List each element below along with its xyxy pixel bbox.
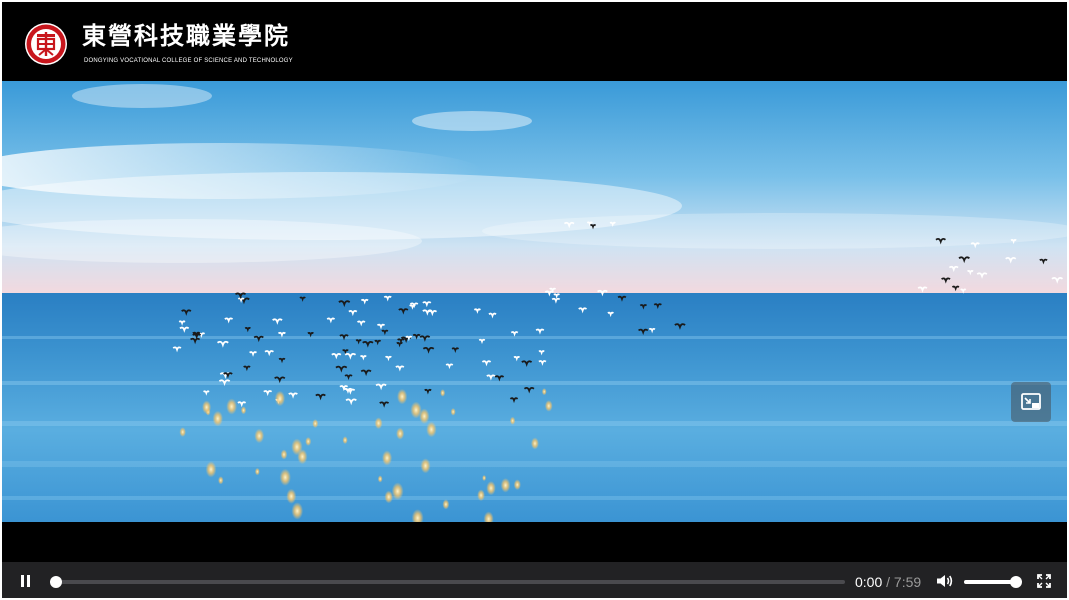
video-viewport[interactable]: 東營科技職業學院 DONGYING VOCATIONAL COLLEGE OF …	[2, 2, 1067, 562]
volume-slider[interactable]	[964, 576, 1023, 588]
time-separator: /	[882, 574, 894, 590]
volume-level	[964, 580, 1017, 584]
video-frame	[2, 81, 1067, 522]
pause-icon	[21, 575, 30, 587]
video-player[interactable]: 東營科技職業學院 DONGYING VOCATIONAL COLLEGE OF …	[2, 2, 1067, 598]
college-name: 東營科技職業學院	[82, 21, 290, 50]
control-bar: 0:00 / 7:59	[2, 562, 1067, 598]
volume-handle[interactable]	[1010, 576, 1023, 588]
fullscreen-icon	[1037, 574, 1051, 588]
total-duration: 7:59	[893, 574, 922, 590]
volume-icon	[937, 575, 953, 587]
mute-button[interactable]	[936, 573, 954, 589]
college-name-english: DONGYING VOCATIONAL COLLEGE OF SCIENCE A…	[84, 58, 293, 64]
current-time: 0:00	[855, 574, 883, 590]
fullscreen-button[interactable]	[1037, 574, 1051, 588]
college-emblem-icon	[25, 23, 67, 65]
time-display: 0:00 / 7:59	[855, 574, 921, 590]
picture-in-picture-button[interactable]	[1011, 382, 1051, 422]
college-logo: 東營科技職業學院 DONGYING VOCATIONAL COLLEGE OF …	[2, 2, 1067, 81]
progress-handle[interactable]	[50, 576, 62, 588]
play-pause-button[interactable]	[16, 572, 34, 590]
picture-in-picture-icon	[1021, 393, 1041, 410]
progress-bar[interactable]	[50, 576, 845, 588]
